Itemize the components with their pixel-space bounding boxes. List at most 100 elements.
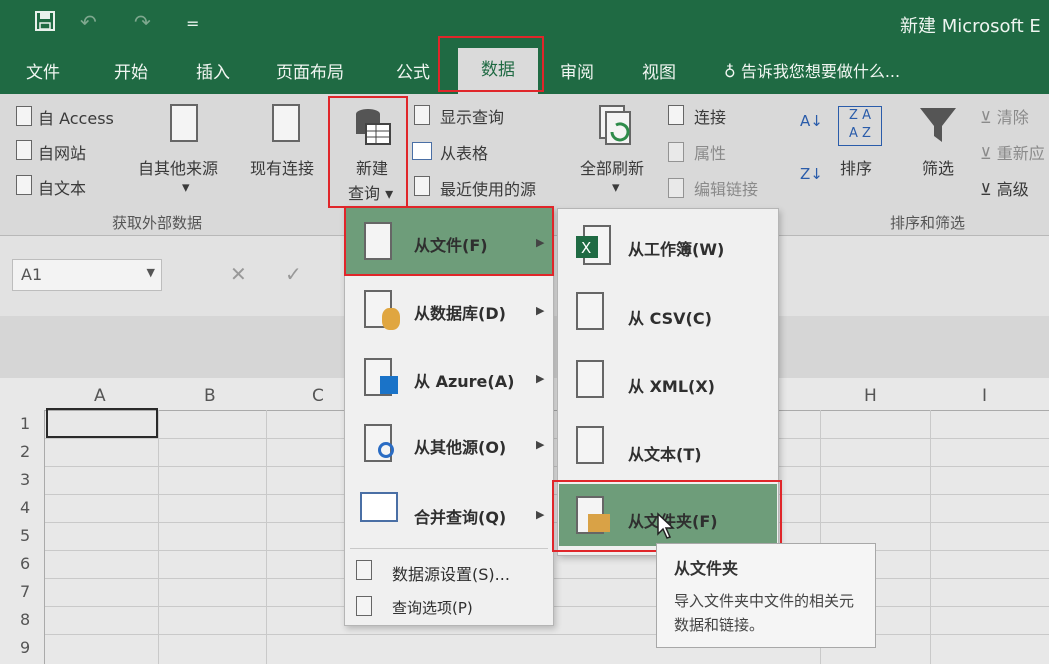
tab-formulas[interactable]: 公式 <box>396 58 430 83</box>
from-other-sources-button[interactable]: 自其他来源 <box>138 155 218 179</box>
show-queries-button[interactable]: 显示查询 <box>440 104 504 128</box>
database-icon <box>382 308 400 330</box>
advanced-filter-button[interactable]: ⊻ 高级 <box>980 176 1029 200</box>
tell-me-text: 告诉我您想要做什么... <box>740 62 901 81</box>
cancel-formula-button[interactable]: ✕ <box>230 262 247 286</box>
file-icon <box>364 222 392 260</box>
connections-icon <box>668 105 684 125</box>
mouse-cursor-icon <box>656 512 676 544</box>
column-header-c[interactable]: C <box>312 386 324 406</box>
properties-icon <box>668 142 684 162</box>
menu-item-query-options[interactable]: 查询选项(P) <box>392 597 473 618</box>
tab-review[interactable]: 审阅 <box>560 58 594 83</box>
tab-page-layout[interactable]: 页面布局 <box>276 58 344 83</box>
menu-item-data-source-settings[interactable]: 数据源设置(S)... <box>392 561 510 585</box>
node-icon <box>378 442 394 458</box>
clear-filter-button[interactable]: ⊻ 清除 <box>980 104 1029 128</box>
from-text-button[interactable]: 自文本 <box>38 175 86 199</box>
enter-formula-button[interactable]: ✓ <box>285 262 302 286</box>
recent-sources-button[interactable]: 最近使用的源 <box>440 176 536 200</box>
submenu-item-from-workbook[interactable]: 从工作簿(W) <box>628 236 724 260</box>
csv-icon <box>576 292 604 330</box>
menu-item-from-database[interactable]: 从数据库(D) <box>414 300 506 324</box>
reapply-button[interactable]: ⊻ 重新应 <box>980 140 1045 164</box>
menu-item-from-file[interactable]: 从文件(F) <box>414 232 488 256</box>
submenu-item-from-text[interactable]: 从文本(T) <box>628 441 702 465</box>
redo-icon[interactable]: ↷ <box>134 10 151 34</box>
from-web-button[interactable]: 自网站 <box>38 140 86 164</box>
column-header-i[interactable]: I <box>982 386 987 406</box>
menu-item-combine-queries[interactable]: 合并查询(Q) <box>414 504 506 528</box>
filter-icon <box>918 106 958 150</box>
row-header-1[interactable]: 1 <box>20 414 30 433</box>
submenu-item-from-xml[interactable]: 从 XML(X) <box>628 373 715 397</box>
customize-quick-access-icon[interactable]: = <box>186 14 199 33</box>
connections-button[interactable]: 连接 <box>694 104 726 128</box>
row-line <box>44 634 1049 635</box>
properties-button[interactable]: 属性 <box>694 140 726 164</box>
tab-home[interactable]: 开始 <box>114 58 148 83</box>
edit-links-icon <box>668 178 684 198</box>
refresh-all-button[interactable]: 全部刷新 <box>580 155 644 179</box>
from-access-button[interactable]: 自 Access <box>38 105 114 129</box>
filter-button[interactable]: 筛选 <box>922 155 954 179</box>
tab-insert[interactable]: 插入 <box>196 58 230 83</box>
chevron-right-icon: ▶ <box>536 236 545 249</box>
query-options-icon <box>356 596 372 616</box>
text-file-icon <box>16 175 32 195</box>
refresh-all-icon <box>598 104 636 148</box>
tab-view[interactable]: 视图 <box>642 58 676 83</box>
sort-desc-icon[interactable]: Z↓ <box>800 165 823 183</box>
chevron-down-icon: ▾ <box>612 178 620 196</box>
row-header-2[interactable]: 2 <box>20 442 30 461</box>
clear-filter-icon: ⊻ <box>980 108 997 127</box>
menu-item-from-azure[interactable]: 从 Azure(A) <box>414 368 514 392</box>
reapply-label: 重新应 <box>996 144 1045 163</box>
reapply-icon: ⊻ <box>980 144 997 163</box>
svg-text:X: X <box>581 239 591 257</box>
row-header-8[interactable]: 8 <box>20 610 30 629</box>
selected-cell-a1[interactable] <box>46 408 158 438</box>
row-header-5[interactable]: 5 <box>20 526 30 545</box>
save-icon[interactable] <box>34 10 56 37</box>
name-box[interactable]: A1 ▼ <box>12 259 162 291</box>
existing-connections-button[interactable]: 现有连接 <box>250 155 314 179</box>
combine-queries-icon <box>360 492 398 522</box>
tell-me-search[interactable]: ♁ 告诉我您想要做什么... <box>724 58 900 82</box>
edit-links-button[interactable]: 编辑链接 <box>694 176 758 200</box>
sort-asc-icon[interactable]: A↓ <box>800 112 823 130</box>
existing-connections-icon <box>272 104 300 142</box>
callout-data-tab <box>438 36 544 92</box>
excel-workbook-icon: X <box>574 224 614 268</box>
menu-separator <box>350 548 548 549</box>
undo-icon[interactable]: ↶ <box>80 10 97 34</box>
col-line <box>158 410 159 664</box>
recent-sources-icon <box>414 176 430 196</box>
access-icon <box>16 106 32 126</box>
tooltip-body: 导入文件夹中文件的相关元数据和链接。 <box>674 592 855 634</box>
menu-item-from-other-sources[interactable]: 从其他源(O) <box>414 434 506 458</box>
submenu-item-from-csv[interactable]: 从 CSV(C) <box>628 305 712 329</box>
row-header-3[interactable]: 3 <box>20 470 30 489</box>
chevron-right-icon: ▶ <box>536 304 545 317</box>
advanced-filter-label: 高级 <box>996 180 1029 199</box>
row-header-6[interactable]: 6 <box>20 554 30 573</box>
column-header-b[interactable]: B <box>204 386 216 406</box>
from-table-button[interactable]: 从表格 <box>440 140 488 164</box>
column-header-h[interactable]: H <box>864 386 877 406</box>
windows-icon <box>380 376 398 394</box>
data-source-settings-icon <box>356 560 372 580</box>
web-icon <box>16 140 32 160</box>
row-header-9[interactable]: 9 <box>20 638 30 657</box>
tab-file[interactable]: 文件 <box>26 58 60 83</box>
row-header-7[interactable]: 7 <box>20 582 30 601</box>
window-title: 新建 Microsoft E <box>900 16 1041 37</box>
group-label-sort-filter: 排序和筛选 <box>890 214 966 232</box>
col-line <box>930 410 931 664</box>
sort-button[interactable]: 排序 <box>840 155 872 179</box>
name-box-value: A1 <box>21 265 43 284</box>
row-header-4[interactable]: 4 <box>20 498 30 517</box>
chevron-right-icon: ▶ <box>536 508 545 521</box>
column-header-a[interactable]: A <box>94 386 106 406</box>
chevron-down-icon: ▼ <box>146 266 155 279</box>
